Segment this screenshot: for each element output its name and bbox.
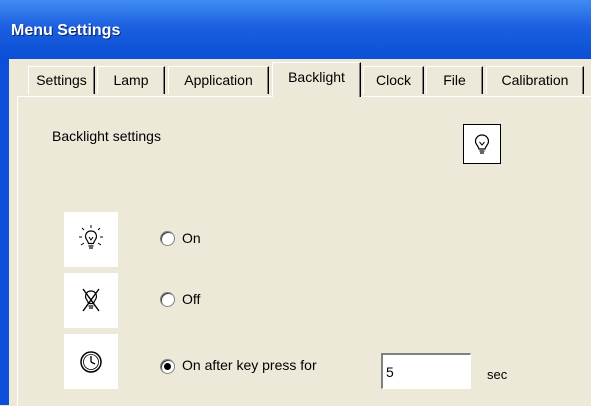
tab-calibration[interactable]: Calibration bbox=[486, 66, 584, 94]
tab-file[interactable]: File bbox=[426, 66, 483, 94]
delay-unit-label: sec bbox=[487, 367, 508, 382]
radio-on[interactable] bbox=[160, 231, 175, 246]
window-title: Menu Settings bbox=[11, 22, 121, 39]
tab-lamp[interactable]: Lamp bbox=[97, 66, 165, 94]
lightbulb-off-icon bbox=[64, 273, 118, 328]
delay-seconds-input[interactable] bbox=[381, 353, 471, 389]
radio-off[interactable] bbox=[160, 292, 175, 307]
tab-clock[interactable]: Clock bbox=[363, 66, 424, 94]
title-bar[interactable]: Menu Settings bbox=[0, 0, 591, 59]
section-label: Backlight settings bbox=[52, 128, 161, 144]
window-frame-left bbox=[0, 59, 9, 405]
radio-selected-dot bbox=[164, 363, 171, 370]
radio-off-label: Off bbox=[182, 291, 201, 307]
radio-on-label: On bbox=[182, 230, 201, 246]
tab-application[interactable]: Application bbox=[168, 66, 269, 94]
clock-icon bbox=[64, 334, 118, 389]
lightbulb-icon bbox=[463, 124, 501, 164]
tab-settings[interactable]: Settings bbox=[28, 66, 95, 94]
lightbulb-on-icon bbox=[64, 212, 118, 267]
tab-backlight[interactable]: Backlight bbox=[272, 62, 361, 97]
radio-on-after-key-press[interactable] bbox=[160, 359, 175, 374]
radio-on-after-key-press-label: On after key press for bbox=[182, 357, 317, 373]
